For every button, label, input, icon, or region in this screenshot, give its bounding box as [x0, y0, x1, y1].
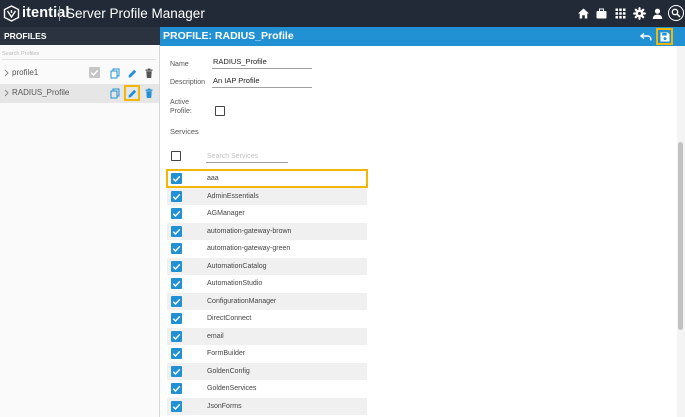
- home-icon[interactable]: [577, 7, 590, 20]
- search-profiles-input[interactable]: [2, 48, 156, 60]
- select-all-services-checkbox[interactable]: [171, 151, 181, 161]
- service-checkbox[interactable]: [171, 296, 182, 307]
- name-label: Name: [170, 61, 189, 68]
- search-icon[interactable]: [668, 5, 684, 21]
- service-checkbox[interactable]: [171, 383, 182, 394]
- user-icon[interactable]: [651, 7, 664, 20]
- profile-item-profile1[interactable]: profile1: [0, 64, 159, 83]
- copy-icon[interactable]: [110, 88, 120, 99]
- profile-header-bar: PROFILE: RADIUS_Profile: [160, 27, 685, 46]
- service-name: AGManager: [207, 210, 245, 217]
- service-checkbox[interactable]: [171, 278, 182, 289]
- service-name: automation-gateway-brown: [207, 228, 292, 235]
- brand-divider: [59, 6, 60, 21]
- save-icon: [660, 32, 670, 42]
- service-checkbox[interactable]: [171, 173, 182, 184]
- service-name: aaa: [207, 175, 219, 182]
- service-checkbox[interactable]: [171, 191, 182, 202]
- service-row-jsonforms[interactable]: JsonForms: [167, 398, 367, 415]
- service-name: automation-gateway-green: [207, 245, 291, 252]
- service-name: FormBuilder: [207, 350, 246, 357]
- services-label: Services: [170, 127, 199, 136]
- description-field[interactable]: [212, 74, 312, 88]
- chevron-right-icon[interactable]: [4, 69, 9, 77]
- profiles-sidebar: PROFILES profile1 RADIUS_Profile: [0, 27, 160, 417]
- top-bar: itential Server Profile Manager: [0, 0, 685, 27]
- service-row-adminessentials[interactable]: AdminEssentials: [167, 188, 367, 205]
- service-row-formbuilder[interactable]: FormBuilder: [167, 345, 367, 362]
- active-profile-label-line1: Active: [170, 99, 190, 106]
- active-profile-label-line2: Profile:: [170, 108, 192, 115]
- service-row-automation-gateway-green[interactable]: automation-gateway-green: [167, 240, 367, 257]
- service-name: GoldenConfig: [207, 368, 250, 375]
- service-row-automationstudio[interactable]: AutomationStudio: [167, 275, 367, 292]
- profile-label: RADIUS_Profile: [12, 88, 70, 97]
- save-button[interactable]: [656, 28, 673, 45]
- apps-grid-icon[interactable]: [614, 7, 627, 20]
- briefcase-icon[interactable]: [595, 7, 608, 20]
- service-name: GoldenServices: [207, 385, 257, 392]
- page-title: PROFILE: RADIUS_Profile: [163, 30, 294, 42]
- service-name: ConfigurationManager: [207, 298, 277, 305]
- edit-pencil-icon[interactable]: [127, 88, 137, 99]
- service-row-goldenconfig[interactable]: GoldenConfig: [167, 363, 367, 380]
- profile-label: profile1: [12, 68, 39, 77]
- service-checkbox[interactable]: [171, 243, 182, 254]
- profile-item-radius-profile[interactable]: RADIUS_Profile: [0, 84, 159, 103]
- service-row-configurationmanager[interactable]: ConfigurationManager: [167, 293, 367, 310]
- edit-pencil-icon[interactable]: [127, 68, 137, 79]
- delete-trash-icon[interactable]: [144, 68, 154, 79]
- active-profile-checkbox[interactable]: [215, 106, 225, 116]
- chevron-right-icon[interactable]: [4, 89, 9, 97]
- copy-icon[interactable]: [110, 68, 120, 79]
- description-label: Description: [170, 79, 206, 86]
- delete-trash-icon[interactable]: [144, 88, 154, 99]
- service-row-email[interactable]: email: [167, 328, 367, 345]
- service-name: email: [207, 333, 224, 340]
- service-checkbox[interactable]: [171, 208, 182, 219]
- undo-icon[interactable]: [640, 31, 652, 42]
- service-row-directconnect[interactable]: DirectConnect: [167, 310, 367, 327]
- service-row-goldenservices[interactable]: GoldenServices: [167, 380, 367, 397]
- app-title: Server Profile Manager: [66, 6, 205, 21]
- service-checkbox[interactable]: [171, 313, 182, 324]
- service-checkbox[interactable]: [171, 366, 182, 377]
- service-checkbox[interactable]: [171, 401, 182, 412]
- service-row-agmanager[interactable]: AGManager: [167, 205, 367, 222]
- settings-gear-icon[interactable]: [633, 7, 646, 20]
- active-check-icon: [89, 67, 100, 78]
- service-checkbox[interactable]: [171, 331, 182, 342]
- service-row-automationcatalog[interactable]: AutomationCatalog: [167, 258, 367, 275]
- service-checkbox[interactable]: [171, 348, 182, 359]
- search-services-input[interactable]: [206, 150, 288, 163]
- itential-logo-icon: [3, 5, 20, 22]
- service-row-aaa[interactable]: aaa: [167, 170, 367, 187]
- service-name: AutomationCatalog: [207, 263, 267, 270]
- name-field[interactable]: [212, 55, 312, 69]
- service-row-automation-gateway-brown[interactable]: automation-gateway-brown: [167, 223, 367, 240]
- service-name: DirectConnect: [207, 315, 252, 322]
- scrollbar-thumb[interactable]: [678, 142, 683, 330]
- service-checkbox[interactable]: [171, 226, 182, 237]
- service-checkbox[interactable]: [171, 261, 182, 272]
- main-scrollbar[interactable]: [677, 46, 685, 417]
- service-name: AutomationStudio: [207, 280, 263, 287]
- service-name: AdminEssentials: [207, 193, 259, 200]
- service-name: JsonForms: [207, 403, 242, 410]
- sidebar-header: PROFILES: [0, 27, 160, 45]
- brand-name: itential: [22, 5, 70, 21]
